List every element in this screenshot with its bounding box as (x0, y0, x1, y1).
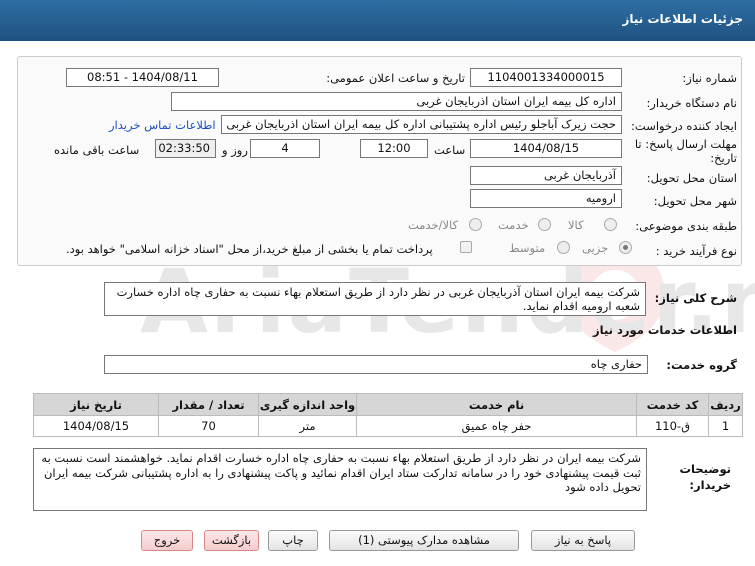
service-group-label: گروه خدمت: (666, 358, 737, 372)
col-unit: واحد اندازه گیری (258, 393, 357, 416)
need-number-field: 1104001334000015 (470, 68, 622, 87)
remaining-days-label: روز و (222, 143, 248, 157)
info-panel (17, 56, 742, 266)
process-option-minor: جزیی (582, 241, 609, 255)
city-label: شهر محل تحویل: (653, 194, 737, 208)
cell-service-name: حفر چاه عمیق (356, 415, 637, 437)
service-group-field: حفاری چاه (104, 355, 648, 374)
remaining-days-field: 4 (250, 139, 320, 158)
category-option-goods: کالا (568, 218, 584, 232)
print-button[interactable]: چاپ (268, 530, 318, 551)
col-service-name: نام خدمت (356, 393, 637, 416)
process-type-label: نوع فرآیند خرید : (655, 244, 737, 258)
attachments-button[interactable]: مشاهده مدارک پیوستی (1) (329, 530, 519, 551)
remaining-time-label: ساعت باقی مانده (54, 143, 140, 157)
deadline-label-line2: تاریخ: (710, 151, 737, 165)
page-header: جزئیات اطلاعات نیاز (0, 0, 755, 41)
requester-label: ایجاد کننده درخواست: (631, 119, 737, 133)
buyer-notes-label-line1: توضیحات (679, 462, 732, 476)
reply-button[interactable]: پاسخ به نیاز (531, 530, 635, 551)
province-field: آذربایجان غربی (470, 166, 622, 185)
province-label: استان محل تحویل: (646, 171, 737, 185)
deadline-label-line1: مهلت ارسال پاسخ: تا (634, 137, 737, 151)
cell-service-code: ق-110 (636, 415, 709, 437)
cell-quantity: 70 (158, 415, 259, 437)
buyer-notes-field: شرکت بیمه ایران در نظر دارد از طریق استع… (33, 448, 647, 511)
treasury-payment-note: پرداخت تمام یا بخشی از مبلغ خرید،از محل … (66, 242, 433, 256)
category-label: طبقه بندی موضوعی: (635, 219, 737, 233)
category-option-goods-service: کالا/خدمت (408, 218, 459, 232)
services-section-title: اطلاعات خدمات مورد نیاز (593, 323, 737, 337)
announce-datetime-label: تاریخ و ساعت اعلان عمومی: (326, 71, 465, 85)
deadline-time-field: 12:00 (360, 139, 428, 158)
process-radio-medium[interactable] (557, 241, 570, 254)
deadline-date-field: 1404/08/15 (470, 139, 622, 158)
category-radio-service[interactable] (538, 218, 551, 231)
cell-need-date: 1404/08/15 (33, 415, 159, 437)
buyer-contact-link[interactable]: اطلاعات تماس خریدار (109, 118, 216, 132)
category-option-service: خدمت (498, 218, 529, 232)
buyer-org-label: نام دستگاه خریدار: (646, 96, 737, 110)
description-field: شرکت بیمه ایران استان آذربایجان غربی در … (104, 282, 646, 316)
back-button[interactable]: بازگشت (204, 530, 259, 551)
services-table: ردیف کد خدمت نام خدمت واحد اندازه گیری ت… (33, 393, 743, 437)
remaining-time-field: 02:33:50 (155, 139, 216, 158)
col-service-code: کد خدمت (636, 393, 709, 416)
buyer-org-field: اداره کل بیمه ایران استان اذربایجان غربی (171, 92, 622, 111)
need-number-label: شماره نیاز: (682, 71, 737, 85)
requester-field: حجت زیرک آباجلو رئیس اداره پشتیبانی ادار… (221, 115, 622, 134)
page-title: جزئیات اطلاعات نیاز (622, 12, 743, 26)
services-table-header: ردیف کد خدمت نام خدمت واحد اندازه گیری ت… (33, 393, 743, 416)
col-need-date: تاریخ نیاز (33, 393, 159, 416)
process-radio-minor[interactable] (619, 241, 632, 254)
deadline-time-label: ساعت (434, 143, 466, 157)
col-row-number: ردیف (708, 393, 743, 416)
category-radio-goods-service[interactable] (469, 218, 482, 231)
buyer-notes-label-line2: خریدار: (689, 478, 731, 492)
announce-datetime-field: 1404/08/11 - 08:51 (66, 68, 219, 87)
col-quantity: تعداد / مقدار (158, 393, 259, 416)
table-row: 1 ق-110 حفر چاه عمیق متر 70 1404/08/15 (33, 415, 743, 437)
exit-button[interactable]: خروج (141, 530, 193, 551)
description-label: شرح کلی نیاز: (654, 291, 737, 305)
process-option-medium: متوسط (509, 241, 546, 255)
cell-row-number: 1 (708, 415, 743, 437)
city-field: ارومیه (470, 189, 622, 208)
cell-unit: متر (258, 415, 357, 437)
category-radio-goods[interactable] (604, 218, 617, 231)
treasury-payment-checkbox[interactable] (460, 241, 472, 253)
